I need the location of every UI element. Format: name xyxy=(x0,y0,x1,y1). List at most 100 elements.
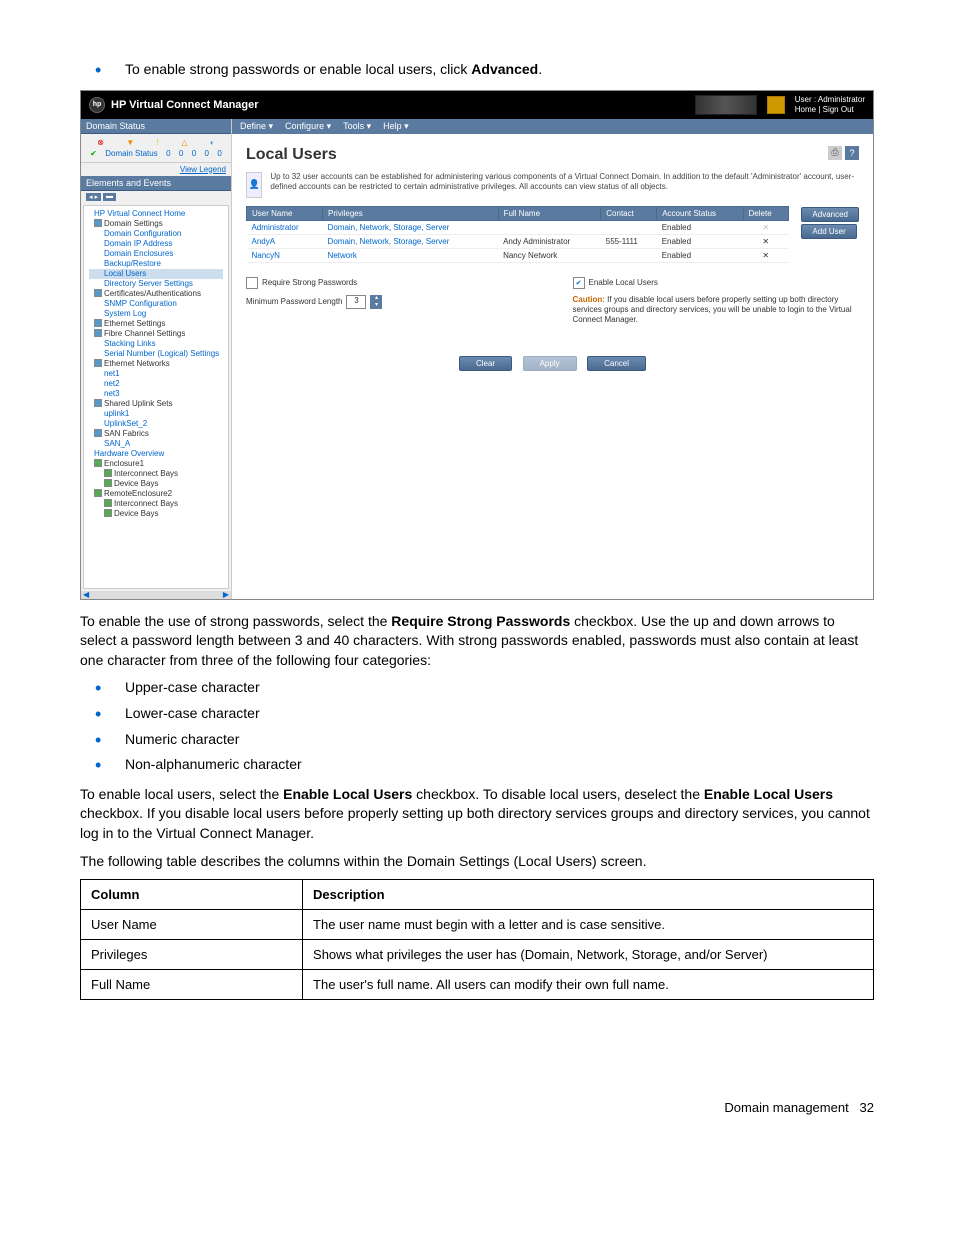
header-gold-icon xyxy=(767,96,785,114)
require-strong-label: Require Strong Passwords xyxy=(262,278,357,287)
tree-node[interactable]: Directory Server Settings xyxy=(89,279,223,289)
tree-node: Ethernet Settings xyxy=(89,319,223,329)
status-warning-icon: △ xyxy=(181,138,187,147)
table-cell: Shows what privileges the user has (Doma… xyxy=(303,940,874,970)
tree-node: Certificates/Authentications xyxy=(89,289,223,299)
list-item: Upper-case character xyxy=(80,678,874,698)
categories-list: Upper-case character Lower-case characte… xyxy=(80,678,874,774)
tree-node[interactable]: Hardware Overview xyxy=(89,449,223,459)
min-length-spinner[interactable]: ▴▾ xyxy=(370,295,382,309)
status-critical-icon: ⊗ xyxy=(97,138,104,147)
text-bold: Advanced xyxy=(471,61,538,77)
help-icon[interactable]: ? xyxy=(845,146,859,160)
min-length-input[interactable]: 3 xyxy=(346,295,366,309)
count: 0 xyxy=(179,149,183,158)
table-cell: The user's full name. All users can modi… xyxy=(303,970,874,1000)
print-icon[interactable]: ⎙ xyxy=(828,146,842,160)
view-legend-link[interactable]: View Legend xyxy=(81,163,231,176)
tree-node[interactable]: Serial Number (Logical) Settings xyxy=(89,349,223,359)
user-info: User : Administrator Home | Sign Out xyxy=(795,95,865,114)
col-header: Delete xyxy=(743,206,788,220)
app-title: HP Virtual Connect Manager xyxy=(111,99,259,111)
count: 0 xyxy=(192,149,196,158)
caution-text: Caution: If you disable local users befo… xyxy=(573,295,860,326)
clear-button[interactable]: Clear xyxy=(459,356,512,371)
list-item: Lower-case character xyxy=(80,704,874,724)
columns-description-table: Column Description User Name The user na… xyxy=(80,879,874,1000)
page-title: Local Users xyxy=(246,146,337,164)
tree-node[interactable]: Domain Configuration xyxy=(89,229,223,239)
avatar-icon: 👤 xyxy=(246,172,262,198)
apply-button[interactable]: Apply xyxy=(523,356,577,371)
enable-local-checkbox[interactable]: ✔ xyxy=(573,277,585,289)
table-row[interactable]: NancyNNetworkNancy NetworkEnabled✕ xyxy=(247,248,789,262)
scrollbar[interactable]: ◀▶ xyxy=(81,591,231,599)
status-major-icon: ▼ xyxy=(126,138,134,147)
side-buttons: Advanced Add User xyxy=(801,206,859,240)
tree-node[interactable]: Backup/Restore xyxy=(89,259,223,269)
header-graphic xyxy=(695,95,757,115)
status-ok-icon: ✔ xyxy=(90,149,97,158)
menu-define[interactable]: Define ▾ xyxy=(240,121,273,132)
sidebar-tabs[interactable]: ◂ ▸▬ xyxy=(81,191,231,203)
panel-title-domain-status: Domain Status xyxy=(81,119,231,134)
user-label: User : Administrator xyxy=(795,95,865,105)
delete-icon[interactable]: ✕ xyxy=(743,220,788,234)
tree-node: Fibre Channel Settings xyxy=(89,329,223,339)
add-user-button[interactable]: Add User xyxy=(801,224,856,239)
table-header: Column xyxy=(81,880,303,910)
cancel-button[interactable]: Cancel xyxy=(587,356,646,371)
tree-node: Shared Uplink Sets xyxy=(89,399,223,409)
tree-node[interactable]: Stacking Links xyxy=(89,339,223,349)
advanced-button[interactable]: Advanced xyxy=(801,207,859,222)
tree-node[interactable]: net1 xyxy=(89,369,223,379)
tree-node[interactable]: Domain IP Address xyxy=(89,239,223,249)
tree-node[interactable]: SAN_A xyxy=(89,439,223,449)
menu-help[interactable]: Help ▾ xyxy=(383,121,409,132)
tree-node: Ethernet Networks xyxy=(89,359,223,369)
table-row[interactable]: AdministratorDomain, Network, Storage, S… xyxy=(247,220,789,234)
tree-node[interactable]: UplinkSet_2 xyxy=(89,419,223,429)
nav-tree[interactable]: HP Virtual Connect HomeDomain SettingsDo… xyxy=(83,205,229,589)
tree-node: SAN Fabrics xyxy=(89,429,223,439)
tree-node[interactable]: net3 xyxy=(89,389,223,399)
intro-text: Up to 32 user accounts can be establishe… xyxy=(270,172,859,198)
tree-node: RemoteEnclosure2 xyxy=(89,489,223,499)
table-row[interactable]: AndyADomain, Network, Storage, ServerAnd… xyxy=(247,234,789,248)
menu-tools[interactable]: Tools ▾ xyxy=(343,121,371,132)
tree-node[interactable]: Domain Enclosures xyxy=(89,249,223,259)
paragraph-enable-local: To enable local users, select the Enable… xyxy=(80,785,874,844)
list-item: Numeric character xyxy=(80,730,874,750)
sidebar: Domain Status ⊗ ▼ ! △ ◐ ✔ Domain Status … xyxy=(81,119,232,599)
col-header: Privileges xyxy=(323,206,499,220)
min-length-label: Minimum Password Length xyxy=(246,297,342,306)
col-header: Full Name xyxy=(498,206,601,220)
tree-node: Interconnect Bays xyxy=(89,499,223,509)
table-cell: Full Name xyxy=(81,970,303,1000)
tree-node: Device Bays xyxy=(89,509,223,519)
tree-node[interactable]: uplink1 xyxy=(89,409,223,419)
tree-node[interactable]: HP Virtual Connect Home xyxy=(89,209,223,219)
status-minor-icon: ! xyxy=(157,138,159,147)
paragraph-table-intro: The following table describes the column… xyxy=(80,852,874,872)
tree-node: Device Bays xyxy=(89,479,223,489)
users-table: User NamePrivilegesFull NameContactAccou… xyxy=(246,206,789,263)
tree-node[interactable]: SNMP Configuration xyxy=(89,299,223,309)
menubar[interactable]: Define ▾ Configure ▾ Tools ▾ Help ▾ xyxy=(232,119,873,134)
panel-title-elements: Elements and Events xyxy=(81,176,231,191)
paragraph-strong-passwords: To enable the use of strong passwords, s… xyxy=(80,612,874,671)
delete-icon[interactable]: ✕ xyxy=(743,248,788,262)
col-header: Contact xyxy=(601,206,657,220)
tree-node[interactable]: net2 xyxy=(89,379,223,389)
tree-node[interactable]: System Log xyxy=(89,309,223,319)
home-signout-links[interactable]: Home | Sign Out xyxy=(795,105,865,115)
status-summary: ⊗ ▼ ! △ ◐ ✔ Domain Status 0 0 0 0 0 xyxy=(81,134,231,163)
status-label: Domain Status xyxy=(105,149,157,158)
tree-node: Enclosure1 xyxy=(89,459,223,469)
table-cell: The user name must begin with a letter a… xyxy=(303,910,874,940)
delete-icon[interactable]: ✕ xyxy=(743,234,788,248)
menu-configure[interactable]: Configure ▾ xyxy=(285,121,331,132)
require-strong-checkbox[interactable] xyxy=(246,277,258,289)
tree-node[interactable]: Local Users xyxy=(89,269,223,279)
tree-node: Domain Settings xyxy=(89,219,223,229)
